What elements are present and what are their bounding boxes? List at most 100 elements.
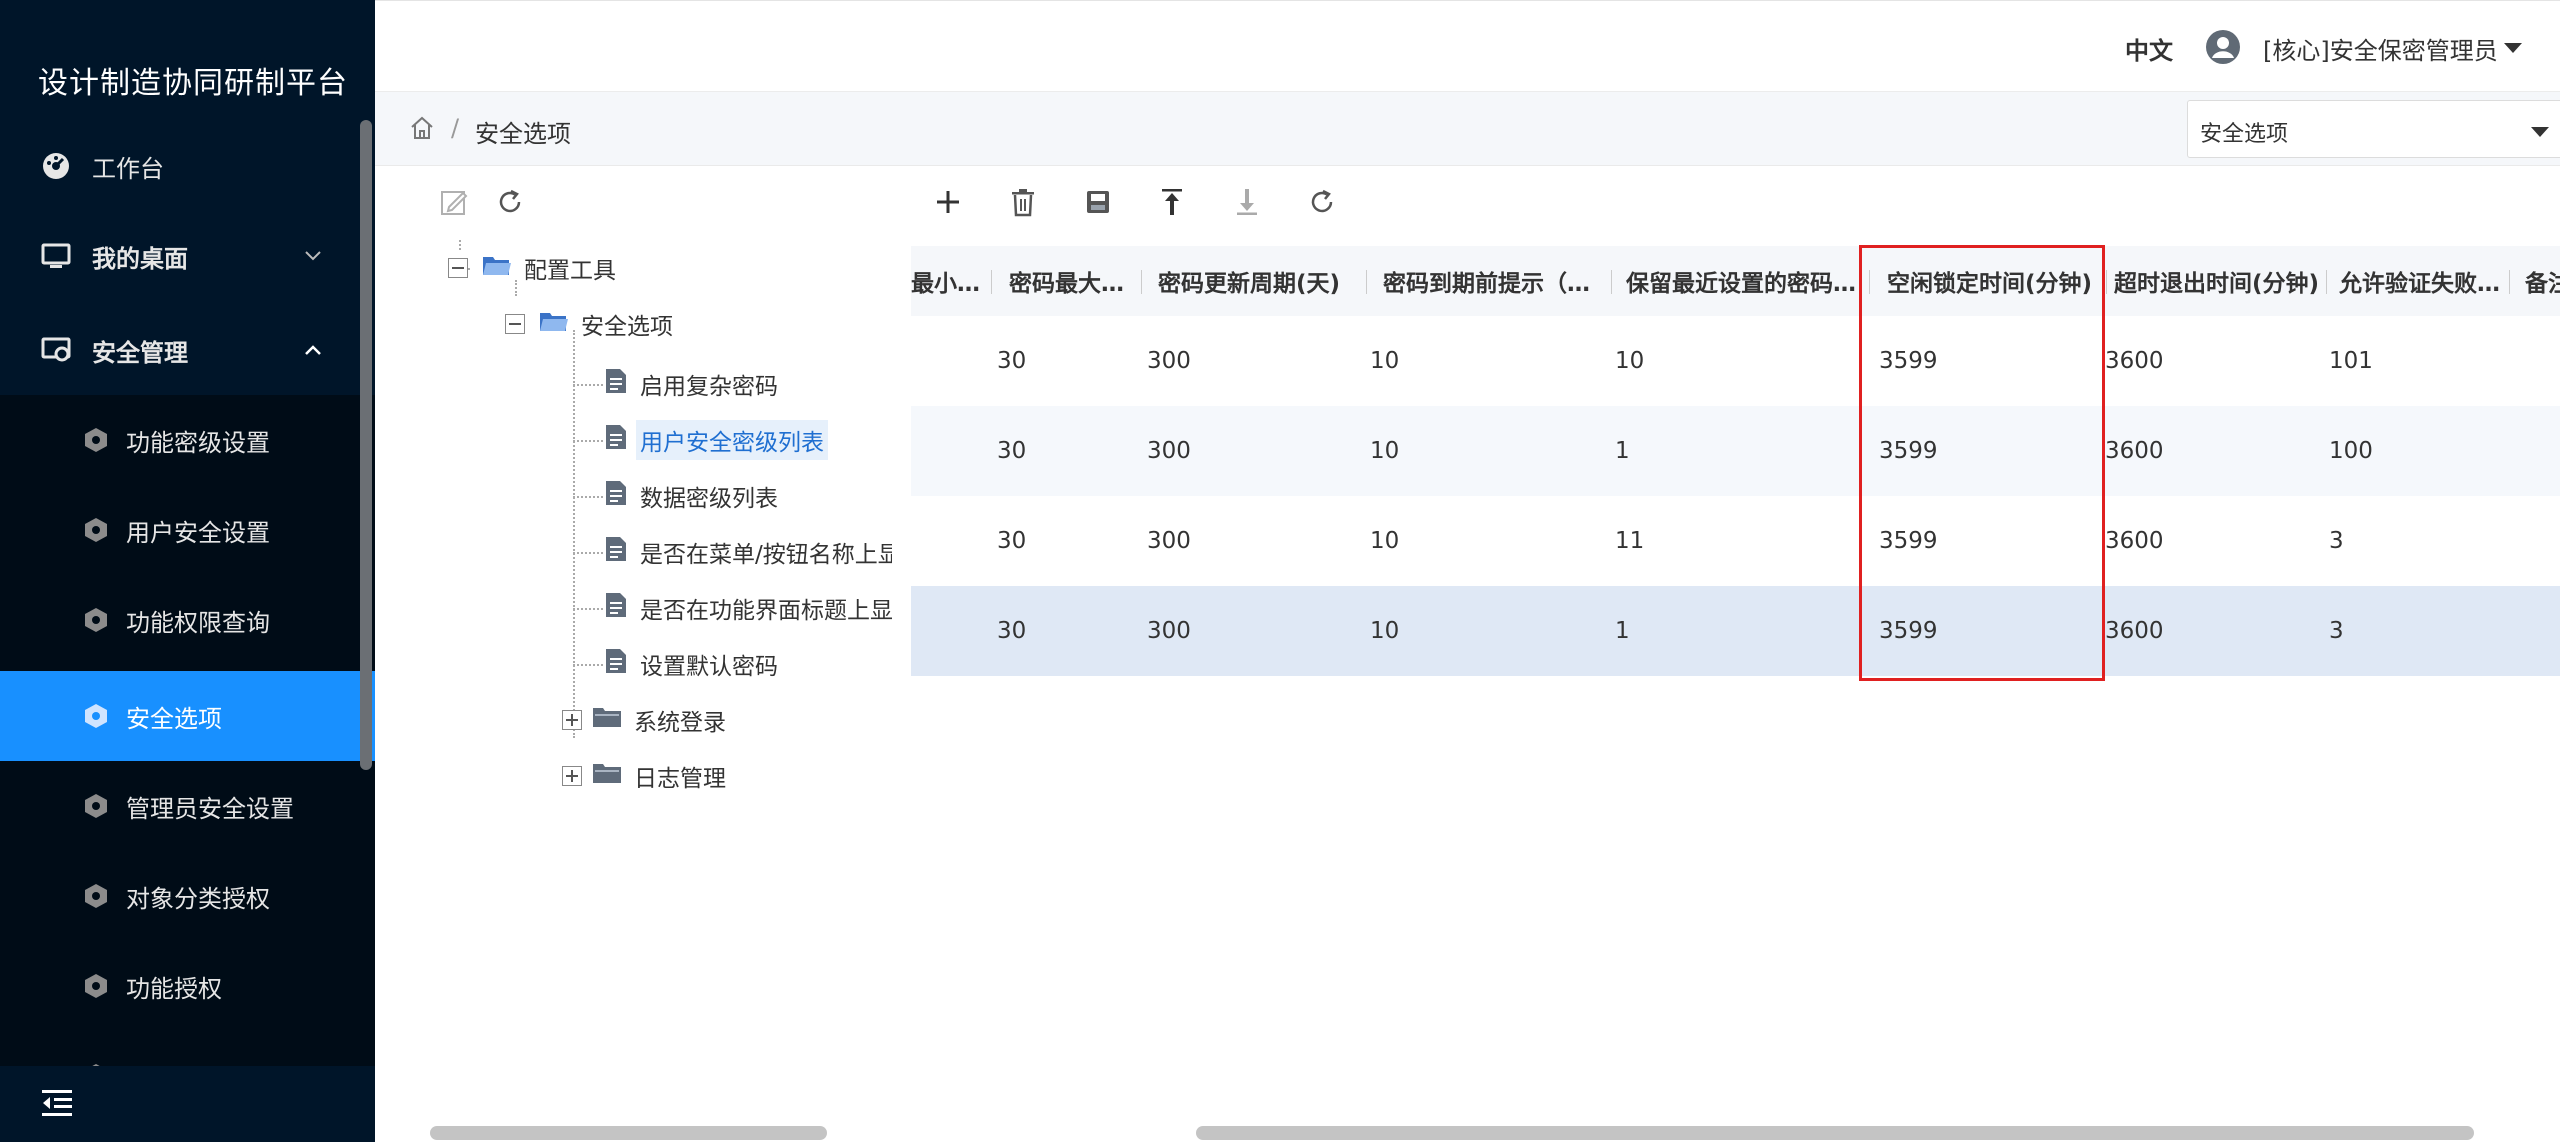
refresh-icon[interactable] [1302,182,1342,222]
home-icon[interactable] [409,116,435,144]
submenu-item-admin-security[interactable]: 管理员安全设置 [0,761,375,851]
submenu-item-label: 安全选项 [126,704,222,733]
submenu-item-security-options[interactable]: 安全选项 [0,671,375,761]
security-manage-icon [38,332,74,368]
move-up-icon[interactable] [1152,182,1192,222]
hexagon-icon [78,602,114,638]
folder-icon [592,705,622,735]
table-cell [911,316,991,406]
submenu-item-function-authorization[interactable]: 功能授权 [0,941,375,1031]
hexagon-icon [78,968,114,1004]
submenu-item-label: 功能密级设置 [126,428,270,457]
save-icon[interactable] [1078,182,1118,222]
breadcrumb: / 安全选项 安全选项 [375,92,2560,166]
table-cell: 10 [1370,348,1400,374]
table-cell: 30 [997,618,1027,644]
column-header[interactable]: 密码到期前提示（… [1383,246,1603,316]
folder-open-icon [539,309,569,339]
submenu-item-label: 管理员安全设置 [126,794,294,823]
submenu-item-label: 功能授权 [126,974,222,1003]
tree-node-config-tools[interactable]: 配置工具 [448,249,620,287]
breadcrumb-current: 安全选项 [475,120,571,148]
collapse-toggle-icon[interactable] [505,314,525,334]
document-icon [604,480,628,512]
table-cell: 10 [1370,618,1400,644]
tree-node-label: 日志管理 [634,766,726,792]
top-header: 中文 [核心]安全保密管理员 [375,0,2560,92]
tree-node-label: 安全选项 [581,314,673,340]
menu-item-label: 工作台 [92,154,164,183]
tree-node-label: 是否在菜单/按钮名称上显 [640,542,892,568]
table-row-selected[interactable]: 30 300 10 1 3599 3600 3 [911,586,2560,676]
table-cell: 3599 [1879,438,1938,464]
table-cell: 3 [2329,528,2344,554]
menu-item-label: 安全管理 [92,338,188,367]
caret-down-icon[interactable] [2503,39,2523,58]
add-icon[interactable] [928,182,968,222]
expand-toggle-icon[interactable] [562,766,582,786]
table-row[interactable]: 30 300 10 10 3599 3600 101 [911,316,2560,406]
column-header[interactable]: 密码最大… [1009,246,1141,316]
tree-horizontal-scrollbar[interactable] [430,1126,827,1140]
menu-item-security-management[interactable]: 安全管理 [0,312,375,388]
submenu-item-user-security[interactable]: 用户安全设置 [0,485,375,575]
hexagon-icon [78,788,114,824]
breadcrumb-separator: / [451,114,460,142]
collapse-toggle-icon[interactable] [448,258,468,278]
table-cell [2525,316,2560,406]
column-header[interactable]: 允许验证失败… [2339,246,2503,316]
tree-node-title-display[interactable]: 是否在功能界面标题上显示 [604,589,892,627]
column-header[interactable]: 空闲锁定时间(分钟) [1887,246,2107,316]
submenu-item-function-classification[interactable]: 功能密级设置 [0,395,375,485]
menu-item-my-desktop[interactable]: 我的桌面 [0,218,375,294]
hexagon-icon [78,878,114,914]
config-tree: 配置工具 安全选项 启用复杂密码 用户安全密级列表 数据密级列表 是否在菜单/按… [430,240,892,800]
column-header[interactable]: 备注 [2525,246,2560,316]
menu-fold-icon[interactable] [40,1088,74,1122]
move-down-icon[interactable] [1227,182,1267,222]
page-select[interactable]: 安全选项 [2187,100,2560,158]
dashboard-icon [38,148,74,184]
edit-icon[interactable] [434,182,474,222]
sidebar-scrollbar[interactable] [360,120,372,770]
table-row[interactable]: 30 300 10 11 3599 3600 3 [911,496,2560,586]
tree-node-menu-button-display[interactable]: 是否在菜单/按钮名称上显 [604,533,892,571]
submenu-item-permission-query[interactable]: 功能权限查询 [0,575,375,665]
security-submenu: 功能密级设置 用户安全设置 功能权限查询 安全选项 管理员安全设置 对象分类授权… [0,395,375,1075]
tree-node-system-login[interactable]: 系统登录 [562,701,730,739]
table-cell: 3600 [2105,528,2164,554]
sidebar: 设计制造协同研制平台 工作台 我的桌面 安全管理 功能密级设置 用户安全设置 功… [0,0,375,1142]
tree-node-user-security-level-list[interactable]: 用户安全密级列表 [604,420,828,460]
tree-node-label: 设置默认密码 [640,654,778,680]
submenu-item-label: 功能权限查询 [126,608,270,637]
language-switch[interactable]: 中文 [2125,31,2173,66]
tree-node-security-options[interactable]: 安全选项 [505,305,677,343]
delete-icon[interactable] [1003,182,1043,222]
user-name[interactable]: [核心]安全保密管理员 [2263,31,2498,66]
column-header[interactable]: 超时退出时间(分钟) [2114,246,2324,316]
tree-node-log-management[interactable]: 日志管理 [562,757,730,795]
table-cell: 10 [1615,348,1645,374]
submenu-item-object-classification[interactable]: 对象分类授权 [0,851,375,941]
hexagon-icon [78,512,114,548]
column-header[interactable]: 最小… [911,246,991,316]
avatar[interactable] [2205,29,2241,65]
menu-item-workbench[interactable]: 工作台 [0,128,375,204]
table-cell: 300 [1147,348,1191,374]
chevron-up-icon [299,336,327,364]
grid-horizontal-scrollbar[interactable] [1196,1126,2474,1140]
column-header[interactable]: 保留最近设置的密码… [1626,246,1866,316]
tree-node-complex-password[interactable]: 启用复杂密码 [604,365,782,403]
tree-node-label: 系统登录 [634,710,726,736]
tree-node-data-level-list[interactable]: 数据密级列表 [604,477,782,515]
expand-toggle-icon[interactable] [562,710,582,730]
hexagon-icon [78,698,114,734]
table-cell [2525,496,2560,586]
refresh-icon[interactable] [490,182,530,222]
column-header[interactable]: 密码更新周期(天) [1158,246,1368,316]
tree-node-default-password[interactable]: 设置默认密码 [604,645,782,683]
document-icon [604,536,628,568]
table-cell: 3 [2329,618,2344,644]
tree-node-label: 启用复杂密码 [640,374,778,400]
table-row[interactable]: 30 300 10 1 3599 3600 100 [911,406,2560,496]
